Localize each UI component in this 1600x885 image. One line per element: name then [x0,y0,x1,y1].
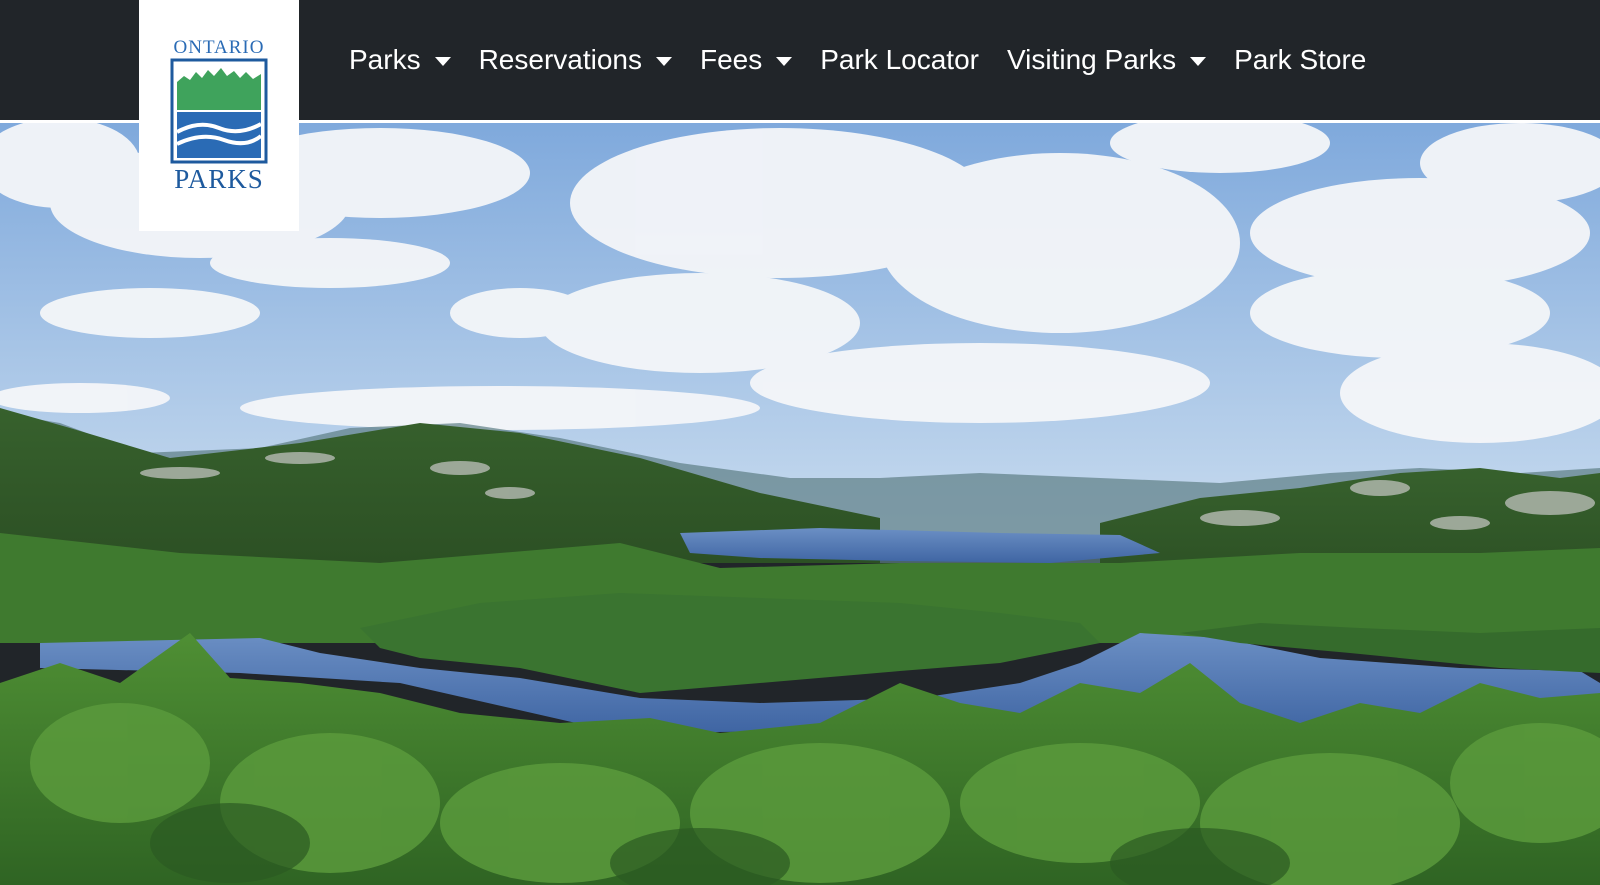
nav-item-label: Reservations [478,44,642,75]
nav-item-reservations[interactable]: Reservations [465,30,686,90]
nav-item-fees[interactable]: Fees [686,30,806,90]
ontario-parks-logo-icon: ONTARIO PARKS [170,37,268,194]
nav-item-parks[interactable]: Parks [335,30,465,90]
hero-image [0,123,1600,885]
chevron-down-icon [776,56,793,66]
nav-item-park-locator[interactable]: Park Locator [806,30,993,90]
nav-item-park-store[interactable]: Park Store [1220,30,1380,90]
nav-item-visiting-parks[interactable]: Visiting Parks [993,30,1220,90]
nav-item-label: Visiting Parks [1006,44,1177,75]
chevron-down-icon [1190,56,1207,66]
chevron-down-icon [434,56,451,66]
nav-item-label: Park Store [1234,44,1367,75]
landscape-photo-icon [0,123,1600,885]
ontario-parks-logo[interactable]: ONTARIO PARKS [139,0,299,231]
chevron-down-icon [655,56,672,66]
nav-item-label: Park Locator [820,44,979,75]
logo-bottom-text: PARKS [174,164,264,194]
logo-top-text: ONTARIO [174,37,265,58]
main-nav: Parks Reservations Fees Park Locator Vis… [335,0,1380,120]
nav-item-label: Fees [699,44,763,75]
nav-item-label: Parks [349,44,421,75]
